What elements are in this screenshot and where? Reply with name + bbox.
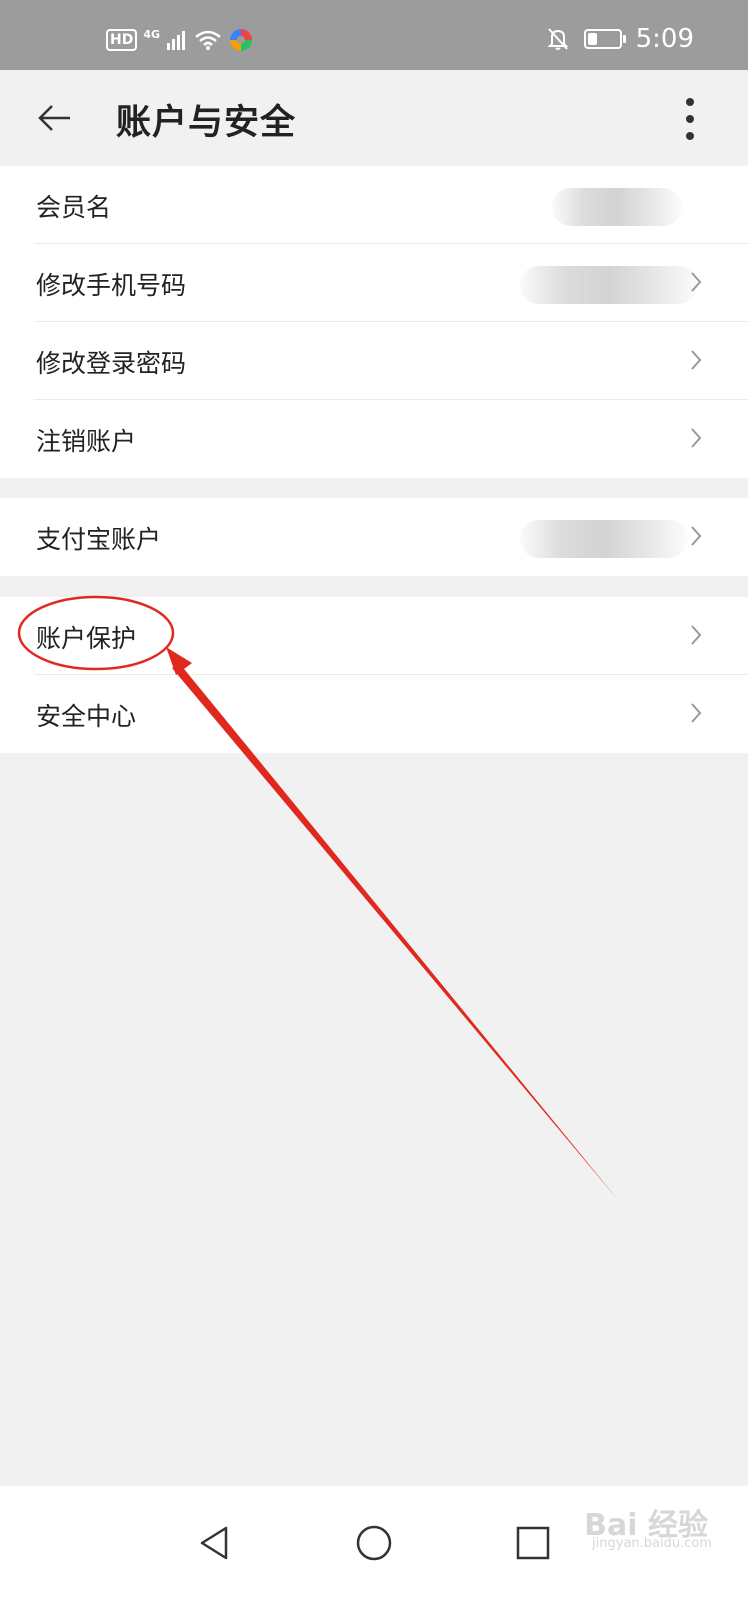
list-item-label: 修改手机号码: [36, 271, 187, 300]
status-time: 5:09: [635, 24, 694, 54]
square-recents-icon[interactable]: [514, 1524, 552, 1562]
list-item-label: 修改登录密码: [36, 349, 187, 378]
chevron-right-icon: [691, 625, 702, 645]
blurred-value: [520, 266, 698, 304]
list-item-change-phone[interactable]: 修改手机号码: [0, 244, 748, 322]
list-item-account-protection[interactable]: 账户保护: [0, 597, 748, 675]
app-notify-icon: [230, 29, 253, 51]
list-item-security-center[interactable]: 安全中心: [0, 675, 748, 753]
app-bar: 账户与安全: [0, 70, 748, 166]
chevron-right-icon: [691, 350, 702, 370]
back-arrow-icon[interactable]: [34, 98, 74, 138]
list-item-label: 支付宝账户: [36, 525, 162, 554]
more-dot: [686, 98, 694, 106]
triangle-back-icon[interactable]: [196, 1524, 234, 1562]
page-title: 账户与安全: [116, 103, 297, 143]
status-bar: HD 4G 5:09: [0, 0, 748, 70]
status-left: HD 4G: [106, 26, 254, 54]
more-options-icon[interactable]: [682, 98, 698, 140]
battery-icon: [583, 29, 626, 49]
mute-bell-icon: [547, 28, 569, 50]
list-item-label: 会员名: [36, 193, 112, 222]
battery-fill: [587, 33, 597, 45]
chevron-right-icon: [691, 703, 702, 723]
list-item-member-name[interactable]: 会员名: [0, 166, 748, 244]
list-item-label: 注销账户: [36, 427, 137, 456]
list-item-cancel-account[interactable]: 注销账户: [0, 400, 748, 478]
wifi-icon: [195, 30, 221, 50]
list-item-label: 账户保护: [36, 624, 137, 653]
system-nav-bar: Bai 经验 jingyan.baidu.com: [0, 1486, 748, 1600]
list-item-alipay-account[interactable]: 支付宝账户: [0, 498, 748, 576]
blurred-value: [520, 520, 688, 558]
alipay-section: 支付宝账户: [0, 498, 748, 576]
blurred-value: [552, 188, 682, 226]
network-type: 4G: [143, 27, 161, 41]
status-right: 5:09: [546, 22, 694, 56]
account-section: 会员名 修改手机号码 修改登录密码 注销账户: [0, 166, 748, 478]
list-item-label: 安全中心: [36, 702, 137, 731]
security-section: 账户保护 安全中心: [0, 597, 748, 753]
chevron-right-icon: [691, 526, 702, 546]
chevron-right-icon: [691, 428, 702, 448]
list-item-change-password[interactable]: 修改登录密码: [0, 322, 748, 400]
circle-home-icon[interactable]: [355, 1524, 393, 1562]
hd-icon: HD: [106, 29, 138, 51]
watermark-url: jingyan.baidu.com: [592, 1536, 712, 1551]
signal-icon: [167, 31, 186, 50]
more-dot: [686, 115, 694, 123]
more-dot: [686, 132, 694, 140]
chevron-right-icon: [691, 272, 702, 292]
